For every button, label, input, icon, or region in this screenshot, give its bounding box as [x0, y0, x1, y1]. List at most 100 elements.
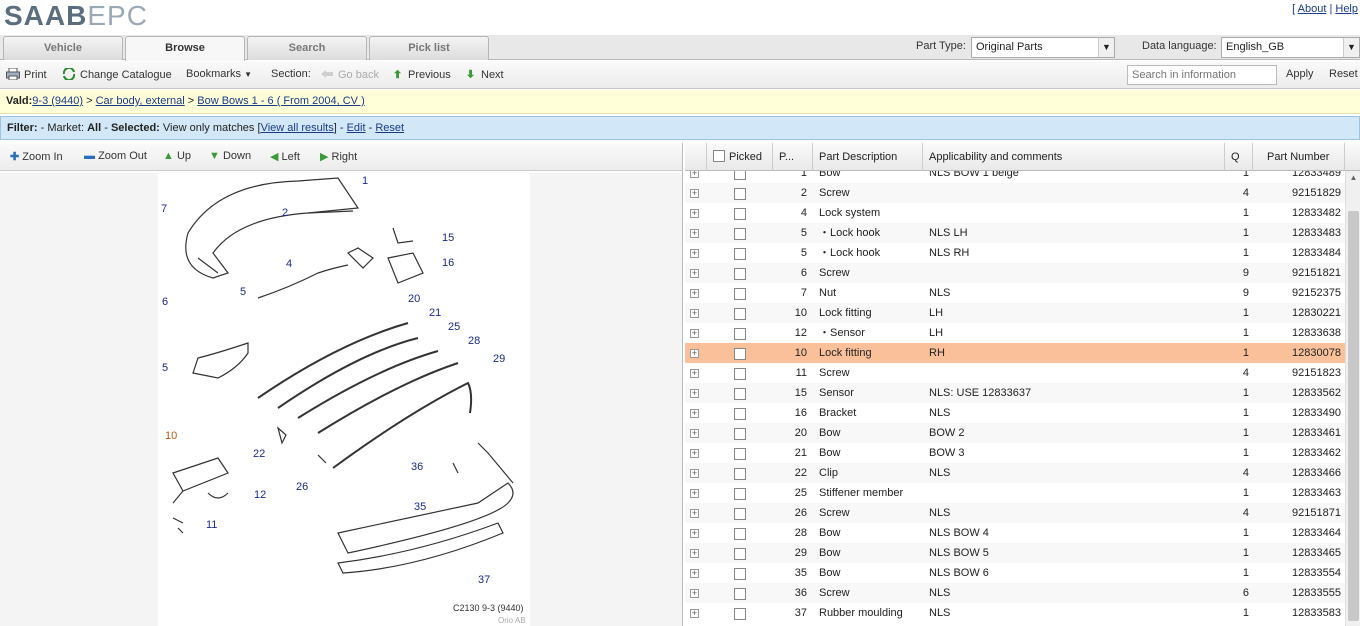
callout-5b[interactable]: 5 [162, 362, 168, 374]
expand-row-icon[interactable]: + [690, 269, 699, 278]
tab-browse[interactable]: Browse [125, 36, 245, 61]
callout-6[interactable]: 6 [162, 296, 168, 308]
go-back-button[interactable]: Go back [320, 68, 379, 81]
next-button[interactable]: Next [467, 68, 504, 81]
pick-checkbox[interactable] [734, 348, 746, 360]
pick-checkbox[interactable] [734, 328, 746, 340]
expand-row-icon[interactable]: + [690, 569, 699, 578]
table-row[interactable]: +7 Nut NLS 9 92152375 [685, 283, 1345, 303]
change-catalogue-button[interactable]: Change Catalogue [62, 68, 172, 81]
callout-35[interactable]: 35 [414, 501, 426, 513]
table-row[interactable]: +5 ・Lock hook NLS RH 1 12833484 [685, 243, 1345, 263]
table-row[interactable]: +6 Screw 9 92151821 [685, 263, 1345, 283]
table-row[interactable]: +26 Screw NLS 4 92151871 [685, 503, 1345, 523]
callout-16[interactable]: 16 [442, 257, 454, 269]
callout-25[interactable]: 25 [448, 321, 460, 333]
table-row[interactable]: +12 ・Sensor LH 1 12833638 [685, 323, 1345, 343]
pick-checkbox[interactable] [734, 408, 746, 420]
callout-36[interactable]: 36 [411, 461, 423, 473]
pick-checkbox[interactable] [734, 428, 746, 440]
pick-checkbox[interactable] [734, 568, 746, 580]
table-row[interactable]: +16 Bracket NLS 1 12833490 [685, 403, 1345, 423]
table-scrollbar[interactable]: ▲ [1345, 171, 1360, 626]
breadcrumb-group[interactable]: Bow Bows 1 - 6 ( From 2004, CV ) [197, 95, 365, 107]
picked-column-header[interactable]: Picked [707, 143, 773, 171]
table-row[interactable]: +29 Bow NLS BOW 5 1 12833465 [685, 543, 1345, 563]
table-row[interactable]: +21 Bow BOW 3 1 12833462 [685, 443, 1345, 463]
table-row[interactable]: +5 ・Lock hook NLS LH 1 12833483 [685, 223, 1345, 243]
expand-row-icon[interactable]: + [690, 329, 699, 338]
table-row[interactable]: +2 Screw 4 92151829 [685, 183, 1345, 203]
expand-row-icon[interactable]: + [690, 509, 699, 518]
expand-row-icon[interactable]: + [690, 349, 699, 358]
callout-5a[interactable]: 5 [240, 286, 246, 298]
tab-pick-list[interactable]: Pick list [369, 36, 489, 60]
pick-checkbox[interactable] [734, 508, 746, 520]
reset-button[interactable]: Reset [1329, 68, 1358, 80]
about-link[interactable]: About [1298, 3, 1327, 15]
callout-2[interactable]: 2 [282, 207, 288, 219]
data-language-select[interactable]: English_GB ▼ [1221, 37, 1360, 58]
bookmarks-menu[interactable]: Bookmarks ▼ [186, 68, 252, 80]
pick-checkbox[interactable] [734, 188, 746, 200]
expand-row-icon[interactable]: + [690, 369, 699, 378]
expand-row-icon[interactable]: + [690, 189, 699, 198]
select-all-checkbox[interactable] [713, 150, 725, 162]
expand-row-icon[interactable]: + [690, 171, 699, 178]
tab-vehicle[interactable]: Vehicle [3, 36, 123, 60]
callout-12[interactable]: 12 [254, 489, 266, 501]
filter-reset-link[interactable]: Reset [375, 122, 404, 134]
callout-29[interactable]: 29 [493, 353, 505, 365]
pick-checkbox[interactable] [734, 448, 746, 460]
breadcrumb-section[interactable]: Car body, external [96, 95, 185, 107]
callout-11[interactable]: 11 [206, 519, 217, 531]
apply-button[interactable]: Apply [1286, 68, 1314, 80]
callout-1[interactable]: 1 [362, 175, 368, 187]
pan-right-button[interactable]: ▶ Right [320, 150, 357, 163]
pick-checkbox[interactable] [734, 608, 746, 620]
print-button[interactable]: Print [6, 68, 47, 81]
table-row[interactable]: +28 Bow NLS BOW 4 1 12833464 [685, 523, 1345, 543]
pick-checkbox[interactable] [734, 468, 746, 480]
zoom-in-button[interactable]: ✚ Zoom In [10, 150, 63, 163]
callout-37[interactable]: 37 [478, 574, 490, 586]
expand-row-icon[interactable]: + [690, 309, 699, 318]
table-row[interactable]: +20 Bow BOW 2 1 12833461 [685, 423, 1345, 443]
callout-28[interactable]: 28 [468, 335, 480, 347]
expand-row-icon[interactable]: + [690, 289, 699, 298]
callout-7[interactable]: 7 [161, 203, 167, 215]
filter-edit-link[interactable]: Edit [347, 122, 366, 134]
expand-row-icon[interactable]: + [690, 389, 699, 398]
qty-column-header[interactable]: Q [1225, 143, 1253, 171]
callout-21[interactable]: 21 [429, 307, 441, 319]
pan-up-button[interactable]: ▲ Up [163, 150, 191, 162]
expand-row-icon[interactable]: + [690, 449, 699, 458]
expand-row-icon[interactable]: + [690, 429, 699, 438]
part-type-select[interactable]: Original Parts ▼ [971, 37, 1115, 58]
callout-26[interactable]: 26 [296, 481, 308, 493]
applicability-column-header[interactable]: Applicability and comments [923, 143, 1225, 171]
table-row[interactable]: +10 Lock fitting RH 1 12830078 [685, 343, 1345, 363]
pick-checkbox[interactable] [734, 308, 746, 320]
pick-checkbox[interactable] [734, 288, 746, 300]
scroll-up-icon[interactable]: ▲ [1346, 171, 1360, 185]
part-number-column-header[interactable]: Part Number [1253, 143, 1345, 171]
table-row[interactable]: +25 Stiffener member 1 12833463 [685, 483, 1345, 503]
table-row[interactable]: +1 Bow NLS BOW 1 beige 1 12833489 [685, 171, 1345, 183]
expand-row-icon[interactable]: + [690, 609, 699, 618]
pos-column-header[interactable]: P... [773, 143, 813, 171]
view-all-results-link[interactable]: View all results [261, 122, 334, 134]
expand-row-icon[interactable]: + [690, 489, 699, 498]
pick-checkbox[interactable] [734, 208, 746, 220]
expand-row-icon[interactable]: + [690, 589, 699, 598]
scroll-thumb[interactable] [1348, 211, 1359, 621]
pick-checkbox[interactable] [734, 268, 746, 280]
pick-checkbox[interactable] [734, 548, 746, 560]
pan-down-button[interactable]: ▼ Down [209, 150, 251, 162]
description-column-header[interactable]: Part Description [813, 143, 923, 171]
tab-search[interactable]: Search [247, 36, 367, 60]
pan-left-button[interactable]: ◀ Left [270, 150, 300, 163]
expand-row-icon[interactable]: + [690, 529, 699, 538]
table-row[interactable]: +4 Lock system 1 12833482 [685, 203, 1345, 223]
expand-row-icon[interactable]: + [690, 209, 699, 218]
